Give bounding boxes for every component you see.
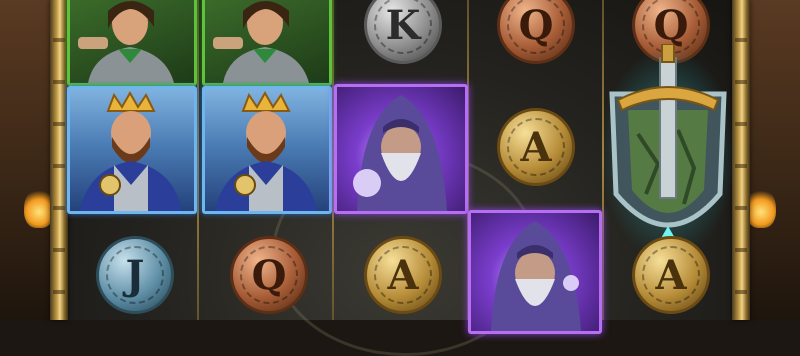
king-symbol-card [202,86,332,214]
letter-j-coin-symbol: J [96,236,174,314]
left-golden-pillar [50,0,68,320]
coin-letter: Q [653,1,689,49]
wizard-portrait-icon [491,221,581,331]
right-torch-flame [746,188,776,228]
ranger-portrait-icon [78,1,174,83]
coin-letter: Q [251,251,287,299]
wizard-symbol-card [334,84,468,214]
ranger-symbol-card [202,0,332,86]
wizard-portrait-icon [353,95,447,211]
coin-letter: Q [518,1,554,49]
king-portrait-icon [215,90,317,211]
coin-letter: A [387,251,419,299]
ranger-portrait-icon [213,1,309,83]
reel-divider [197,0,199,320]
letter-a-coin-symbol: A [497,108,575,186]
coin-letter: A [655,251,687,299]
wizard-symbol-card [468,210,602,334]
ranger-symbol-card [67,0,197,86]
sword-shield-icon [600,43,736,262]
king-symbol-card [67,86,197,214]
coin-letter: A [520,123,552,171]
king-portrait-icon [80,90,182,211]
coin-letter: J [125,251,145,299]
letter-a-coin-symbol: A [632,236,710,314]
coin-letter: K [385,1,421,49]
letter-a-coin-symbol: A [364,236,442,314]
sword-shield-wild-symbol [598,43,738,264]
letter-q-coin-symbol: Q [230,236,308,314]
